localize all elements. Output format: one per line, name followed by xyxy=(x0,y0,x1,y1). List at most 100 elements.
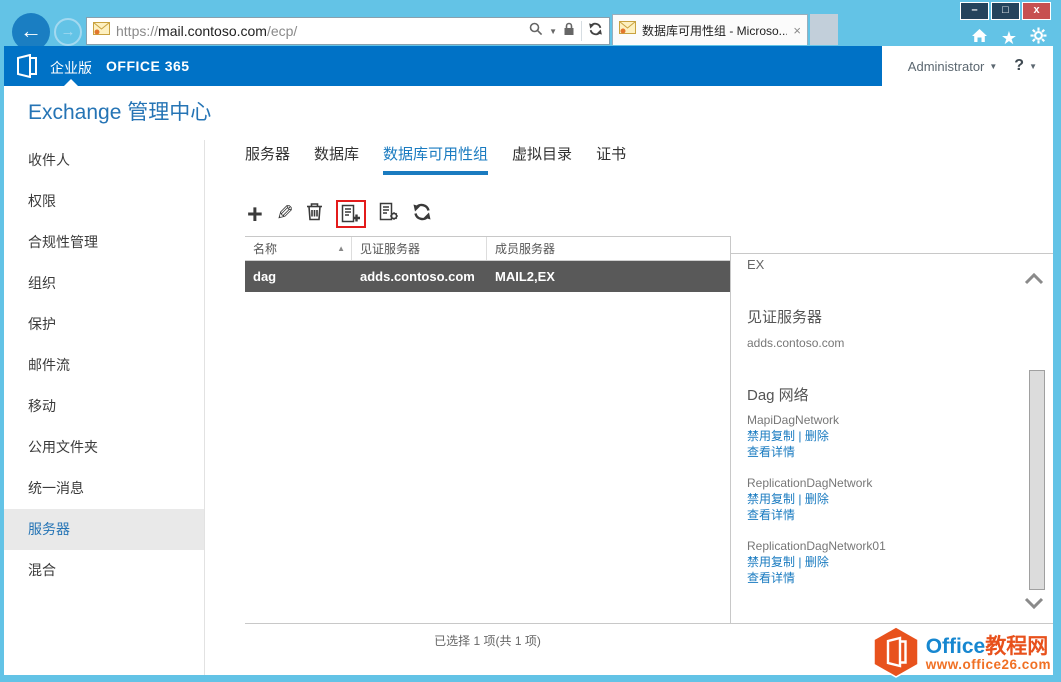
disable-replication-link[interactable]: 禁用复制 xyxy=(747,492,795,506)
address-bar[interactable]: https://mail.contoso.com/ecp/ ▼ xyxy=(86,17,610,45)
watermark: Office教程网 www.office26.com xyxy=(872,626,1051,682)
page-title: Exchange 管理中心 xyxy=(28,101,212,124)
sidebar-item-hybrid[interactable]: 混合 xyxy=(4,550,204,591)
lock-icon xyxy=(563,22,575,41)
view-details-link[interactable]: 查看详情 xyxy=(747,445,795,459)
help-menu[interactable]: ? xyxy=(1014,57,1024,75)
back-arrow-icon: ← xyxy=(20,18,42,43)
office-logo-icon[interactable] xyxy=(16,53,38,83)
disable-replication-link[interactable]: 禁用复制 xyxy=(747,429,795,443)
sidebar-item-mobile[interactable]: 移动 xyxy=(4,386,204,427)
details-scrollbar-thumb[interactable] xyxy=(1029,370,1045,590)
scroll-down-icon[interactable] xyxy=(1024,596,1044,614)
sidebar-item-permissions[interactable]: 权限 xyxy=(4,181,204,222)
sort-ascending-icon: ▲ xyxy=(337,244,345,253)
tab-databases[interactable]: 数据库 xyxy=(314,143,359,175)
details-pane: EX 见证服务器 adds.contoso.com Dag 网络 MapiDag… xyxy=(730,236,1053,624)
view-details-link[interactable]: 查看详情 xyxy=(747,571,795,585)
add-button[interactable]: + xyxy=(247,201,263,228)
sidebar-item-protection[interactable]: 保护 xyxy=(4,304,204,345)
watermark-logo-icon xyxy=(872,626,920,682)
view-details-link[interactable]: 查看详情 xyxy=(747,508,795,522)
browser-tab[interactable]: 数据库可用性组 - Microso... × xyxy=(612,14,808,45)
sidebar-item-organization[interactable]: 组织 xyxy=(4,263,204,304)
url-text: https://mail.contoso.com/ecp/ xyxy=(116,23,523,39)
refresh-page-icon[interactable] xyxy=(588,22,603,41)
new-tab-button[interactable] xyxy=(810,14,838,45)
tab-database-availability-groups[interactable]: 数据库可用性组 xyxy=(383,143,489,175)
column-label: 见证服务器 xyxy=(360,242,421,256)
column-header-name[interactable]: 名称 ▲ xyxy=(245,237,352,260)
forward-button[interactable]: → xyxy=(54,18,82,46)
maximize-button[interactable]: □ xyxy=(991,2,1020,20)
favorites-star-icon[interactable]: ★ xyxy=(1001,29,1017,47)
tab-favicon-icon xyxy=(619,21,636,39)
browser-window: – □ x ← → https://mail.contoso.com/ecp/ … xyxy=(0,0,1061,682)
url-path: /ecp/ xyxy=(266,23,298,39)
selection-status: 已选择 1 项(共 1 项) xyxy=(434,634,541,648)
member-servers-overflow-text: EX xyxy=(747,257,765,272)
sidebar: 收件人 权限 合规性管理 组织 保护 邮件流 移动 公用文件夹 统一消息 服务器… xyxy=(4,140,205,675)
network-item: MapiDagNetwork 禁用复制 | 删除 查看详情 xyxy=(747,412,1017,460)
sidebar-item-recipients[interactable]: 收件人 xyxy=(4,140,204,181)
current-section-pointer xyxy=(64,79,78,86)
home-icon[interactable] xyxy=(971,28,988,48)
network-item: ReplicationDagNetwork 禁用复制 | 删除 查看详情 xyxy=(747,475,1017,523)
sidebar-item-unifiedmessaging[interactable]: 统一消息 xyxy=(4,468,204,509)
dag-network-list: MapiDagNetwork 禁用复制 | 删除 查看详情 Replicatio… xyxy=(747,412,1017,601)
remove-link[interactable]: 删除 xyxy=(805,429,829,443)
user-dropdown-icon[interactable]: ▼ xyxy=(989,62,997,71)
url-scheme: https:// xyxy=(116,23,159,39)
watermark-title-orange: 教程网 xyxy=(985,635,1049,659)
delete-button[interactable] xyxy=(306,202,323,226)
sidebar-item-mailflow[interactable]: 邮件流 xyxy=(4,345,204,386)
column-label: 名称 xyxy=(253,242,278,256)
column-header-member-servers[interactable]: 成员服务器 xyxy=(487,237,730,260)
minimize-button[interactable]: – xyxy=(960,2,989,20)
watermark-title-blue: Office xyxy=(925,635,986,659)
scroll-up-icon[interactable] xyxy=(1024,272,1044,290)
network-name: ReplicationDagNetwork xyxy=(747,476,873,490)
dag-network-heading: Dag 网络 xyxy=(747,387,809,404)
sidebar-item-publicfolders[interactable]: 公用文件夹 xyxy=(4,427,204,468)
table-row-dag[interactable]: dag adds.contoso.com MAIL2,EX xyxy=(245,261,730,292)
disable-replication-link[interactable]: 禁用复制 xyxy=(747,555,795,569)
network-item: ReplicationDagNetwork01 禁用复制 | 删除 查看详情 xyxy=(747,538,1017,586)
help-dropdown-icon[interactable]: ▼ xyxy=(1029,62,1037,71)
link-separator: | xyxy=(798,555,802,569)
search-dropdown-icon[interactable]: ▼ xyxy=(549,27,557,36)
brand-label: OFFICE 365 xyxy=(106,58,190,74)
tab-close-icon[interactable]: × xyxy=(793,23,801,38)
cell-name: dag xyxy=(253,269,277,284)
witness-server-heading: 见证服务器 xyxy=(747,309,823,326)
tab-virtual-directories[interactable]: 虚拟目录 xyxy=(512,143,572,175)
search-icon[interactable] xyxy=(529,22,543,41)
divider xyxy=(731,253,1053,254)
tab-certificates[interactable]: 证书 xyxy=(596,143,626,175)
link-separator: | xyxy=(798,429,802,443)
add-dag-member-button[interactable] xyxy=(336,200,367,228)
sidebar-item-compliance[interactable]: 合规性管理 xyxy=(4,222,204,263)
tab-servers[interactable]: 服务器 xyxy=(245,143,290,175)
cell-witness-server: adds.contoso.com xyxy=(360,269,475,284)
user-menu[interactable]: Administrator xyxy=(908,59,985,74)
close-button[interactable]: x xyxy=(1022,2,1051,20)
column-header-witness-server[interactable]: 见证服务器 xyxy=(352,237,487,260)
site-favicon-icon xyxy=(93,22,110,40)
cell-member-servers: MAIL2,EX xyxy=(495,269,555,284)
forward-arrow-icon: → xyxy=(60,23,76,40)
link-separator: | xyxy=(798,492,802,506)
edition-menu[interactable]: 企业版 xyxy=(50,58,92,78)
remove-link[interactable]: 删除 xyxy=(805,555,829,569)
refresh-button[interactable] xyxy=(412,203,432,226)
watermark-text: Office教程网 www.office26.com xyxy=(926,636,1051,672)
edit-button[interactable]: ✎ xyxy=(276,202,294,225)
window-controls: – □ x xyxy=(960,2,1051,20)
trash-icon xyxy=(306,202,323,226)
witness-server-value: adds.contoso.com xyxy=(747,336,845,350)
watermark-title: Office教程网 xyxy=(926,636,1051,658)
manage-dag-membership-button[interactable] xyxy=(379,202,399,227)
office365-topbar: 企业版 OFFICE 365 Administrator ▼ ? ▼ xyxy=(4,46,1053,86)
remove-link[interactable]: 删除 xyxy=(805,492,829,506)
sidebar-item-servers[interactable]: 服务器 xyxy=(4,509,204,550)
